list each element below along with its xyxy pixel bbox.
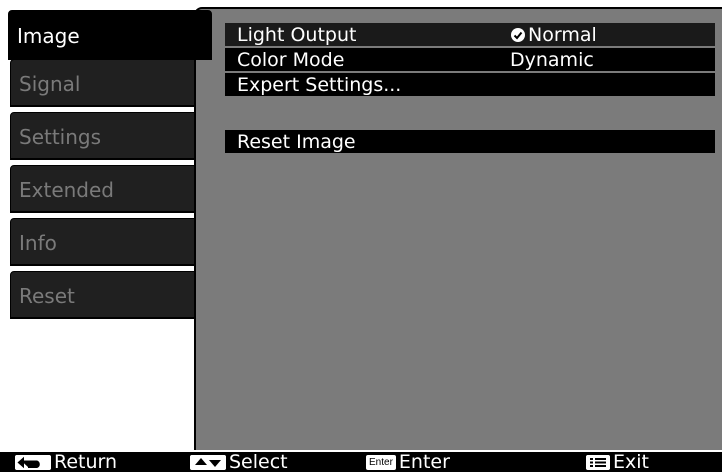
color-mode-value: Dynamic <box>510 49 594 71</box>
footer-exit[interactable]: Exit <box>586 452 649 472</box>
exit-label: Exit <box>613 451 649 473</box>
tab-reset[interactable]: Reset <box>10 271 210 319</box>
tab-image[interactable]: Image <box>8 10 212 60</box>
footer-return[interactable]: Return <box>15 452 117 472</box>
tab-signal[interactable]: Signal <box>10 59 210 107</box>
select-label: Select <box>229 451 288 473</box>
footer-enter[interactable]: Enter Enter <box>366 452 450 472</box>
tab-info[interactable]: Info <box>10 218 210 266</box>
light-output-value-text: Normal <box>528 24 597 46</box>
expert-settings-label: Expert Settings... <box>237 74 402 96</box>
return-icon <box>15 454 51 470</box>
light-output-value: Normal <box>510 23 597 47</box>
color-mode-label: Color Mode <box>237 49 345 71</box>
settings-panel: Light Output Normal Color Mode Dynamic E… <box>194 7 722 450</box>
menu-item-expert-settings[interactable]: Expert Settings... <box>225 73 715 97</box>
check-icon <box>511 28 525 42</box>
up-down-arrows-icon <box>190 454 226 470</box>
menu-item-light-output[interactable]: Light Output Normal <box>225 23 715 47</box>
tab-settings[interactable]: Settings <box>10 112 210 160</box>
tab-extended[interactable]: Extended <box>10 165 210 213</box>
reset-image-label: Reset Image <box>237 131 356 153</box>
return-label: Return <box>54 451 118 473</box>
menu-item-color-mode[interactable]: Color Mode Dynamic <box>225 48 715 72</box>
menu-item-reset-image[interactable]: Reset Image <box>225 130 715 154</box>
footer-bar: Return Select Enter Enter Exit <box>0 452 722 472</box>
menu-icon <box>586 454 610 470</box>
enter-key-icon: Enter <box>366 454 396 470</box>
enter-label: Enter <box>398 451 450 473</box>
tab-list: Signal Settings Extended Info Reset <box>0 0 210 472</box>
footer-select[interactable]: Select <box>190 452 288 472</box>
light-output-label: Light Output <box>237 24 357 46</box>
